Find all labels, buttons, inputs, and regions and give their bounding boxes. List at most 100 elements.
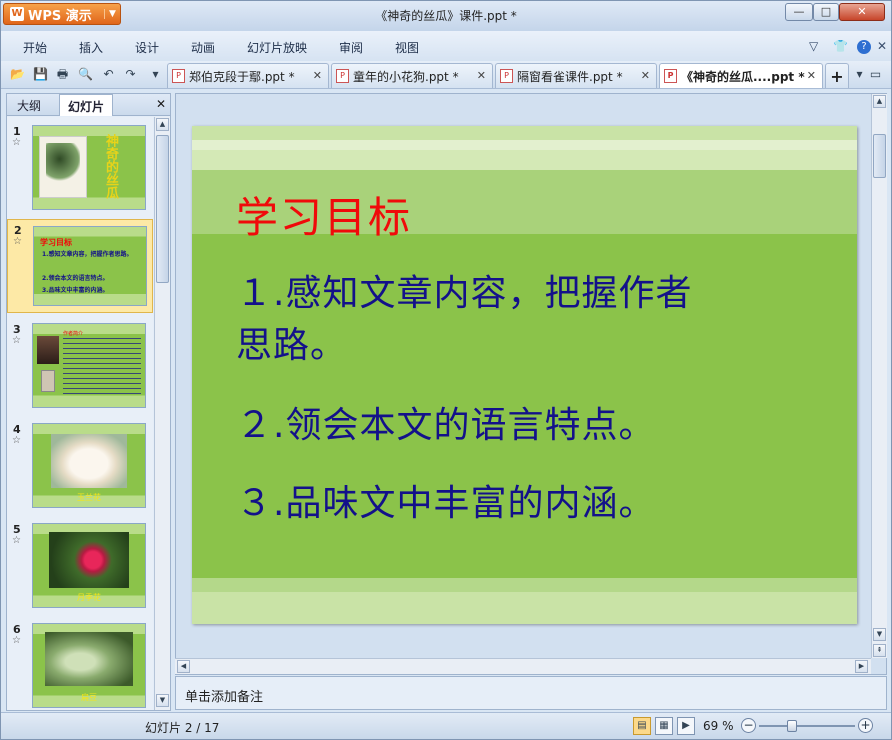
doc-tab-2[interactable]: P 童年的小花狗.ppt * ✕: [331, 63, 493, 88]
thumb-title: 学习目标: [40, 238, 72, 247]
print-preview-icon[interactable]: 🔍: [77, 66, 94, 83]
scroll-right-icon[interactable]: ▶: [855, 660, 868, 673]
doc-tab-label: 郑伯克段于鄢.ppt *: [189, 69, 295, 84]
scroll-thumb[interactable]: [873, 134, 886, 178]
thumbnail-scrollbar[interactable]: ▲ ▼: [154, 117, 170, 710]
skin-icon[interactable]: 👕: [833, 39, 848, 53]
animation-star-icon: ☆: [12, 335, 21, 346]
slide-thumbnail-3[interactable]: 3 ☆ 作者简介: [7, 319, 153, 413]
notes-placeholder: 单击添加备注: [185, 690, 264, 705]
print-icon[interactable]: 🖶: [54, 66, 71, 83]
thumb-line-1: 1.感知文章内容，把握作者思路。: [42, 251, 133, 258]
save-icon[interactable]: 💾: [32, 66, 49, 83]
zoom-slider-knob[interactable]: [787, 720, 798, 732]
scroll-up-icon[interactable]: ▲: [873, 95, 886, 108]
zoom-in-icon[interactable]: +: [858, 718, 873, 733]
customize-dropdown-icon[interactable]: ▾: [147, 66, 164, 83]
undo-icon[interactable]: ↶: [100, 66, 117, 83]
quick-toolbar: 📂 💾 🖶 🔍 ↶ ↷ ▾ P 郑伯克段于鄢.ppt * ✕ P 童年的小花狗.…: [1, 61, 891, 89]
doc-tab-label: 童年的小花狗.ppt *: [353, 69, 459, 84]
window-list-icon[interactable]: ▭: [867, 66, 884, 83]
editor-horizontal-scrollbar[interactable]: ◀ ▶: [175, 658, 871, 674]
prev-slide-icon[interactable]: ⇞: [873, 644, 886, 657]
window-title: 《神奇的丝瓜》课件.ppt *: [375, 9, 517, 23]
slideshow-icon[interactable]: ▶: [677, 717, 695, 735]
doc-tab-1[interactable]: P 郑伯克段于鄢.ppt * ✕: [167, 63, 329, 88]
band-top-3: [192, 150, 857, 170]
tab-close-icon[interactable]: ✕: [807, 69, 816, 82]
tab-close-icon[interactable]: ✕: [477, 69, 486, 82]
slide-thumbnail-1[interactable]: 1 ☆ 神奇的丝瓜: [7, 121, 153, 215]
doc-tab-label: 隔窗看雀课件.ppt *: [517, 69, 623, 84]
slide-position: 幻灯片 2 / 17: [145, 721, 220, 735]
title-bar: W WPS 演示 ▼ 《神奇的丝瓜》课件.ppt * — □ ✕: [1, 1, 891, 31]
collapse-ribbon-icon[interactable]: ▽: [809, 39, 818, 53]
doc-tab-label: 《神奇的丝瓜....ppt *: [681, 69, 805, 84]
menu-insert[interactable]: 插入: [79, 39, 103, 56]
menu-home[interactable]: 开始: [23, 39, 47, 56]
panel-tabs: 大纲 幻灯片 ✕: [7, 94, 170, 116]
scroll-thumb[interactable]: [156, 135, 169, 283]
thumb-line-3: 3.品味文中丰富的内涵。: [42, 287, 109, 294]
tab-close-icon[interactable]: ✕: [641, 69, 650, 82]
thumb-title: 作者简介: [63, 331, 84, 337]
notes-pane[interactable]: 单击添加备注: [175, 676, 887, 710]
doc-tab-4-active[interactable]: P 《神奇的丝瓜....ppt * ✕: [659, 63, 823, 88]
animation-star-icon: ☆: [12, 535, 21, 546]
menu-animation[interactable]: 动画: [191, 39, 215, 56]
close-doc-icon[interactable]: ✕: [877, 39, 887, 53]
tab-slides[interactable]: 幻灯片: [59, 94, 114, 116]
tab-list-dropdown-icon[interactable]: ▾: [851, 66, 868, 83]
editor-vertical-scrollbar[interactable]: ▲ ▼ ⇞: [871, 94, 887, 658]
thumb-caption: 扁豆: [81, 693, 97, 702]
ppt-file-icon: P: [336, 69, 349, 83]
tab-outline[interactable]: 大纲: [17, 97, 41, 114]
menu-design[interactable]: 设计: [135, 39, 159, 56]
objective-1-cont[interactable]: 思路。: [236, 320, 347, 372]
band-bottom-2: [192, 592, 857, 624]
close-window-button[interactable]: ✕: [839, 3, 885, 21]
tab-close-icon[interactable]: ✕: [313, 69, 322, 82]
magnolia-photo: [51, 434, 127, 488]
slide-thumbnail-5[interactable]: 5 ☆ 月季花: [7, 519, 153, 613]
objective-2[interactable]: ２.领会本文的语言特点。: [236, 400, 655, 452]
open-folder-icon[interactable]: 📂: [9, 66, 26, 83]
zoom-out-icon[interactable]: −: [741, 718, 756, 733]
menu-review[interactable]: 审阅: [339, 39, 363, 56]
redo-icon[interactable]: ↷: [122, 66, 139, 83]
objective-1[interactable]: １.感知文章内容，把握作者: [236, 268, 692, 320]
objective-3[interactable]: ３.品味文中丰富的内涵。: [236, 478, 655, 530]
zoom-slider[interactable]: [759, 720, 855, 732]
minimize-button[interactable]: —: [785, 3, 813, 21]
thumbnail-image: 扁豆: [32, 623, 146, 708]
slide-sorter-icon[interactable]: ▦: [655, 717, 673, 735]
thumb-text-block: [63, 338, 141, 398]
doc-tab-3[interactable]: P 隔窗看雀课件.ppt * ✕: [495, 63, 657, 88]
thumb-title: 神奇的丝瓜: [103, 134, 118, 199]
band-top-1: [192, 126, 857, 140]
current-slide[interactable]: 学习目标 １.感知文章内容，把握作者 思路。 ２.领会本文的语言特点。 ３.品味…: [192, 126, 857, 624]
app-window: W WPS 演示 ▼ 《神奇的丝瓜》课件.ppt * — □ ✕ 开始 插入 设…: [0, 0, 892, 740]
author-photo-2: [41, 370, 55, 392]
menu-slideshow[interactable]: 幻灯片放映: [247, 39, 307, 56]
scroll-down-icon[interactable]: ▼: [873, 628, 886, 641]
menu-bar: 开始 插入 设计 动画 幻灯片放映 审阅 视图 ▽ 👕 ? ✕: [1, 31, 891, 61]
slide-thumbnail-6[interactable]: 6 ☆ 扁豆: [7, 619, 153, 710]
animation-star-icon: ☆: [12, 137, 21, 148]
scroll-left-icon[interactable]: ◀: [177, 660, 190, 673]
new-tab-button[interactable]: +: [825, 63, 849, 88]
slide-thumbnail-4[interactable]: 4 ☆ 玉兰花: [7, 419, 153, 513]
scroll-up-icon[interactable]: ▲: [156, 118, 169, 131]
menu-view[interactable]: 视图: [395, 39, 419, 56]
slide-title[interactable]: 学习目标: [236, 184, 412, 245]
ppt-file-icon: P: [664, 69, 677, 83]
slide-thumbnail-2[interactable]: 2 ☆ 学习目标 1.感知文章内容，把握作者思路。 2.领会本文的语言特点。 3…: [7, 219, 153, 313]
scroll-down-icon[interactable]: ▼: [156, 694, 169, 707]
band-bottom-1: [192, 578, 857, 592]
thumb-line-2: 2.领会本文的语言特点。: [42, 275, 109, 282]
animation-star-icon: ☆: [12, 635, 21, 646]
help-icon[interactable]: ?: [857, 40, 871, 54]
maximize-button[interactable]: □: [813, 3, 839, 21]
panel-close-icon[interactable]: ✕: [156, 97, 166, 111]
normal-view-icon[interactable]: ▤: [633, 717, 651, 735]
